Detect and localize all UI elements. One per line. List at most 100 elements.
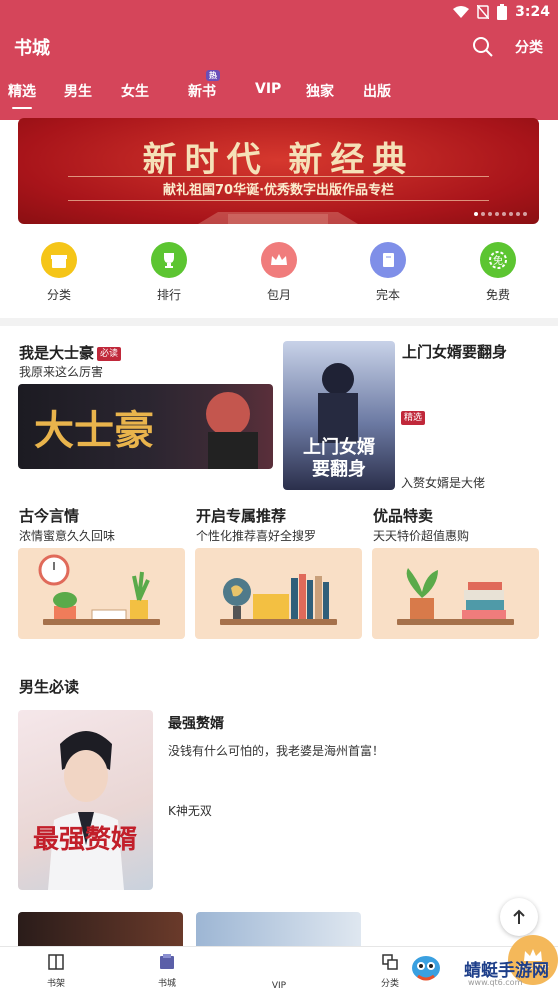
page-dot — [523, 212, 527, 216]
banner-area: 新时代 新经典 献礼祖国70华诞·优秀数字出版作品专栏 — [0, 110, 558, 230]
clock-plant-illustration — [38, 554, 150, 621]
tab-label: 独家 — [306, 84, 334, 100]
category-subtitle: 个性化推荐喜好全搜罗 — [196, 529, 317, 543]
page-dot — [481, 212, 485, 216]
tab-vip[interactable]: VIP — [255, 81, 281, 97]
nav-bookshelf[interactable]: 书架 — [31, 953, 81, 989]
category-subtitle: 天天特价超值惠购 — [373, 529, 470, 543]
hot-badge: 热 — [206, 70, 220, 81]
shelf — [220, 619, 337, 625]
tab-label: 男生 — [64, 84, 92, 100]
tab-exclusive[interactable]: 独家 — [306, 81, 334, 101]
nav-label: 书架 — [46, 979, 65, 989]
banner-title: 新时代 新经典 — [142, 140, 415, 180]
quick-link-ranking[interactable]: 排行 — [139, 242, 199, 303]
category-card-romance[interactable] — [18, 548, 185, 639]
quick-link-free[interactable]: 免 免费 — [468, 242, 528, 303]
nav-label: VIP — [271, 981, 287, 991]
featured-left-subtitle: 我原来这么厉害 — [19, 365, 104, 379]
quick-link-label: 包月 — [266, 288, 291, 302]
gift-box-icon — [41, 242, 77, 278]
quick-link-label: 分类 — [46, 288, 71, 302]
tab-label: VIP — [255, 81, 282, 97]
shelf — [43, 619, 160, 625]
trophy-icon — [151, 242, 187, 278]
nav-vip[interactable]: 万本免费 VIP — [254, 935, 558, 991]
svg-text:大士豪: 大士豪 — [34, 407, 154, 454]
search-icon[interactable] — [472, 36, 494, 58]
promo-banner[interactable]: 新时代 新经典 献礼祖国70华诞·优秀数字出版作品专栏 — [18, 118, 539, 224]
page-dot — [516, 212, 520, 216]
cover-artwork: 最强赘婿 — [33, 731, 137, 890]
quick-link-label: 免费 — [485, 288, 510, 302]
tab-new-books[interactable]: 热 新书 — [188, 70, 220, 101]
banner-pagination — [474, 212, 527, 216]
featured-right-title[interactable]: 上门女婿要翻身 — [402, 341, 507, 362]
section-heading: 男生必读 — [19, 678, 80, 696]
watermark-text: 蜻蜓手游网 — [464, 960, 549, 981]
featured-right-subtitle: 入赘女婿是大佬 — [401, 476, 486, 490]
svg-text:要翻身: 要翻身 — [312, 458, 366, 480]
tab-featured[interactable]: 精选 — [8, 81, 36, 109]
quick-link-completed[interactable]: 完本 — [358, 242, 418, 303]
scroll-top-button[interactable] — [500, 898, 538, 936]
tab-label: 女生 — [121, 84, 149, 100]
male-book-desc: 没钱有什么可怕的，我老婆是海州首富！ — [168, 744, 385, 758]
tab-male[interactable]: 男生 — [64, 81, 92, 101]
featured-right-cover[interactable]: 上门女婿 要翻身 — [283, 341, 395, 490]
shelf — [397, 619, 514, 625]
svg-text:上门女婿: 上门女婿 — [303, 436, 375, 458]
featured-left-cover[interactable]: 大士豪 — [18, 384, 273, 469]
no-sim-icon — [477, 5, 490, 19]
header-category-button[interactable]: 分类 — [515, 37, 543, 57]
tab-publishing[interactable]: 出版 — [363, 81, 391, 101]
book-title: 我是大士豪 — [19, 344, 95, 362]
tab-label: 精选 — [8, 84, 36, 100]
category-title[interactable]: 开启专属推荐 — [196, 505, 286, 526]
category-title[interactable]: 古今言情 — [19, 505, 79, 526]
quick-link-category[interactable]: 分类 — [29, 242, 89, 303]
section-divider — [0, 318, 558, 326]
app-root: 3:24 书城 分类 精选 男生 女生 热 新书 VIP 独家 出版 新时代 新… — [0, 0, 558, 992]
palace-silhouette-icon — [198, 212, 358, 224]
watermark-url: www.qt6.com — [468, 978, 523, 987]
free-icon: 免 — [480, 242, 516, 278]
page-dot — [502, 212, 506, 216]
quick-link-label: 排行 — [156, 288, 181, 302]
cover-artwork: 大士豪 — [34, 392, 258, 469]
nav-label: 书城 — [157, 979, 176, 989]
plant-books-illustration — [406, 568, 506, 620]
dragonfly-logo-icon — [412, 956, 440, 981]
page-title: 书城 — [14, 38, 50, 59]
quick-link-monthly[interactable]: 包月 — [249, 242, 309, 303]
page-dot — [488, 212, 492, 216]
globe-books-illustration — [223, 574, 329, 620]
featured-right-badge-wrap: 精选 — [401, 407, 426, 426]
featured-left-title[interactable]: 我是大士豪 必读 — [19, 342, 122, 363]
page-dot — [495, 212, 499, 216]
male-book-cover[interactable]: 最强赘婿 — [18, 710, 153, 890]
must-read-badge: 必读 — [97, 346, 122, 361]
svg-text:免: 免 — [493, 254, 503, 267]
category-card-sale[interactable] — [372, 548, 539, 639]
male-book-title[interactable]: 最强赘婿 — [168, 713, 224, 733]
page-dot — [509, 212, 513, 216]
arrow-up-icon — [513, 909, 525, 924]
male-book-author: K神无双 — [168, 804, 212, 818]
category-icon — [382, 954, 398, 970]
tab-label: 出版 — [363, 84, 391, 100]
page-dot — [474, 212, 478, 216]
bookshelf-icon — [48, 954, 64, 970]
category-card-recommend[interactable] — [195, 548, 362, 639]
bookstore-icon — [160, 954, 174, 969]
tab-bar: 精选 男生 女生 热 新书 VIP 独家 出版 — [0, 70, 558, 109]
crown-icon — [261, 242, 297, 278]
quick-links: 分类 排行 包月 完本 免 免费 — [0, 238, 558, 313]
battery-icon — [497, 4, 508, 20]
nav-bookstore[interactable]: 书城 — [142, 953, 192, 989]
quick-link-label: 完本 — [375, 288, 400, 302]
tab-female[interactable]: 女生 — [121, 81, 149, 101]
selected-badge: 精选 — [401, 410, 426, 425]
category-title[interactable]: 优品特卖 — [373, 505, 433, 526]
status-time: 3:24 — [515, 4, 550, 20]
